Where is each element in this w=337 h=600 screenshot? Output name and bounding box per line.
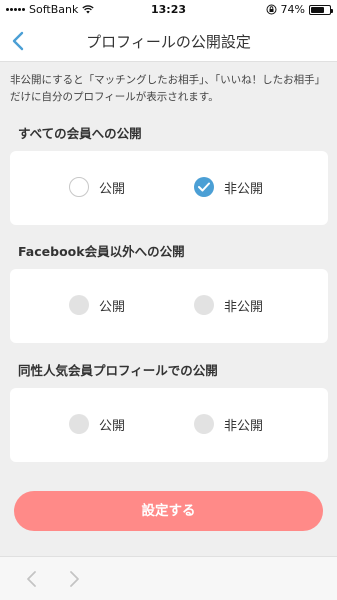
option-label: 公開 (99, 418, 126, 434)
bottom-navigation-bar (0, 556, 337, 600)
section-title-same-sex-popular: 同性人気会員プロフィールでの公開 (18, 363, 218, 378)
card-non-facebook: 公開 非公開 (10, 269, 328, 343)
radio-option-public[interactable]: 公開 (69, 414, 125, 434)
card-same-sex-popular: 公開 非公開 (10, 388, 328, 462)
page-title: プロフィールの公開設定 (86, 33, 251, 51)
status-bar: SoftBank 13:23 74% (0, 0, 337, 20)
radio-option-private[interactable]: 非公開 (194, 177, 263, 197)
privacy-description: 非公開にすると「マッチングしたお相手」、「いいね！したお相手」だけに自分のプロフ… (10, 74, 326, 103)
option-label: 非公開 (224, 418, 264, 434)
radio-disabled-icon[interactable] (194, 295, 214, 315)
option-label: 非公開 (224, 181, 264, 197)
radio-option-private[interactable]: 非公開 (194, 295, 263, 315)
chevron-left-icon[interactable] (22, 569, 42, 589)
card-all-members: 公開 非公開 (10, 151, 328, 225)
option-label: 非公開 (224, 299, 264, 315)
radio-disabled-icon[interactable] (69, 295, 89, 315)
option-label: 公開 (99, 181, 126, 197)
section-title-all-members: すべての会員への公開 (18, 126, 142, 141)
radio-option-public[interactable]: 公開 (69, 177, 125, 197)
battery-percent: 74% (280, 3, 305, 16)
radio-disabled-icon[interactable] (69, 414, 89, 434)
rotation-lock-icon (266, 4, 277, 15)
section-title-non-facebook: Facebook会員以外への公開 (18, 244, 185, 259)
status-right: 74% (266, 3, 333, 16)
radio-unchecked-icon[interactable] (69, 177, 89, 197)
battery-icon (309, 4, 333, 15)
radio-option-private[interactable]: 非公開 (194, 414, 263, 434)
submit-button[interactable]: 設定する (14, 491, 323, 531)
checkmark-icon[interactable] (194, 177, 214, 197)
navigation-bar: プロフィールの公開設定 (0, 20, 337, 62)
radio-option-public[interactable]: 公開 (69, 295, 125, 315)
radio-disabled-icon[interactable] (194, 414, 214, 434)
option-label: 公開 (99, 299, 126, 315)
chevron-right-icon[interactable] (64, 569, 84, 589)
